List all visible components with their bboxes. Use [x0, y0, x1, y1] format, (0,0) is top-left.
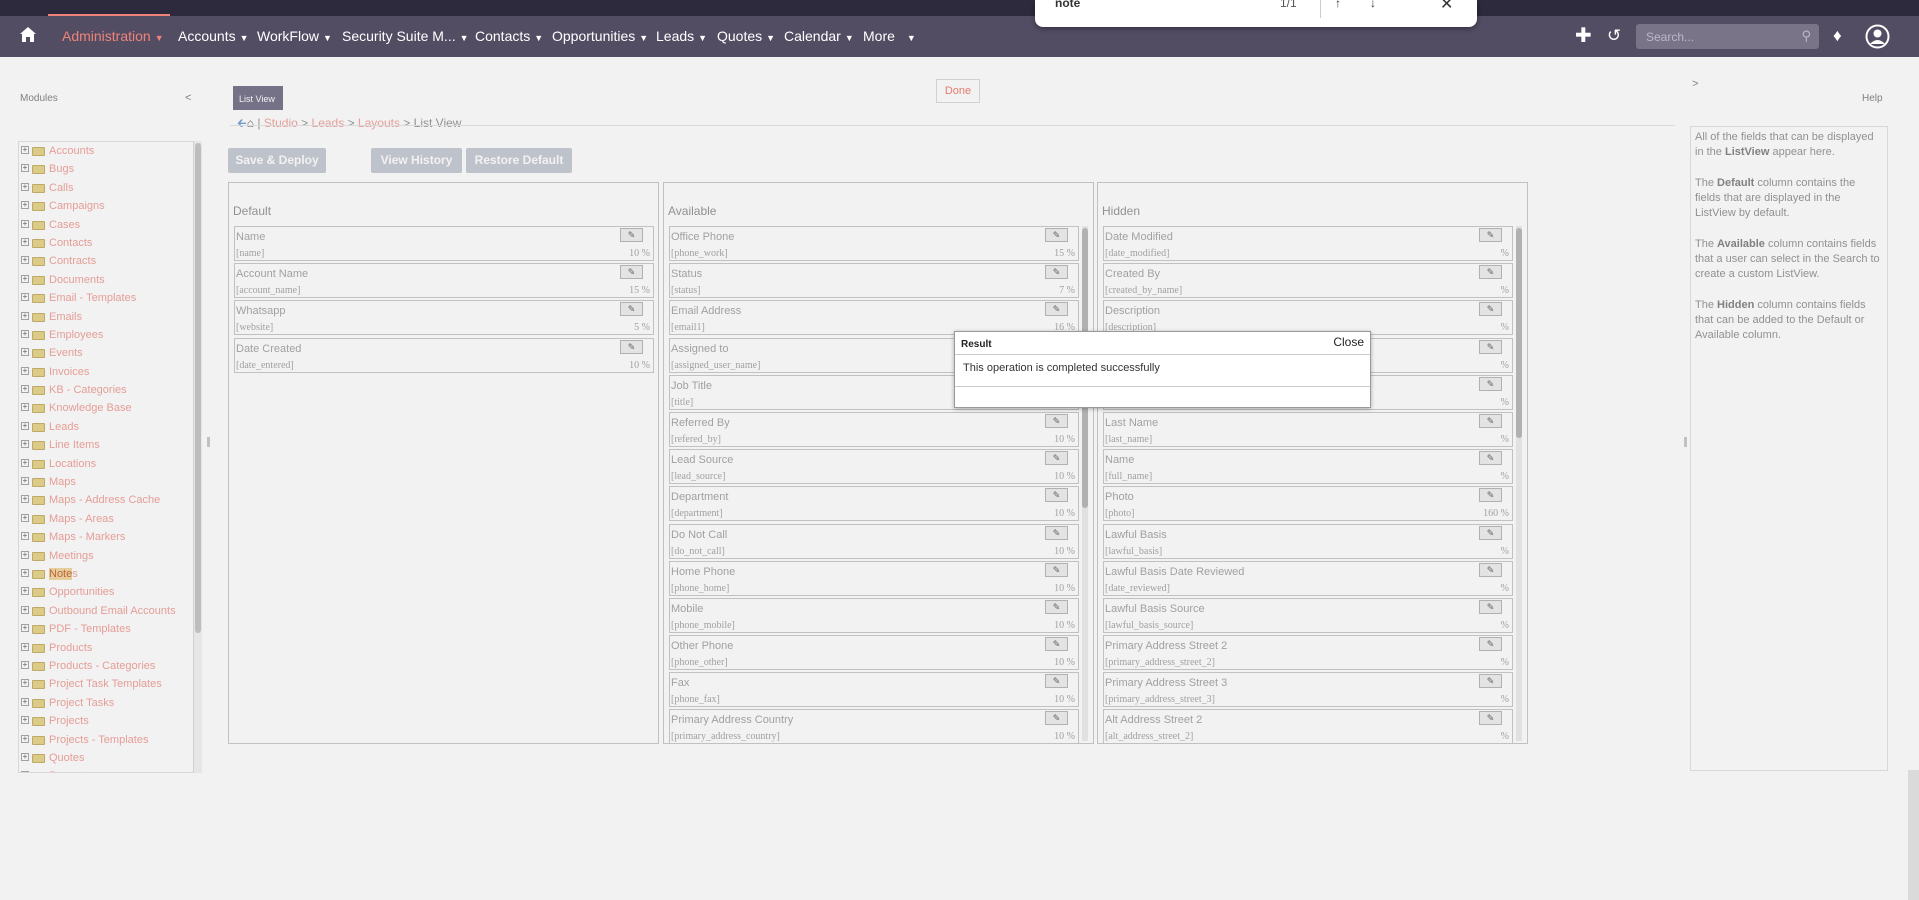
modal-overlay: [0, 57, 1919, 900]
result-dialog: Result Close This operation is completed…: [954, 331, 1371, 408]
notifications-bell-icon[interactable]: ♦: [1833, 26, 1842, 46]
nav-leads[interactable]: Leads ▼: [656, 28, 707, 44]
dialog-footer: [955, 386, 1370, 406]
nav-workflow[interactable]: WorkFlow ▼: [257, 28, 332, 44]
nav-administration[interactable]: Administration ▼: [62, 28, 164, 44]
find-count: 1/1: [1280, 0, 1297, 10]
nav-opportunities[interactable]: Opportunities ▼: [552, 28, 648, 44]
top-navigation: Administration ▼ Accounts ▼ WorkFlow ▼ Secu…: [0, 16, 1919, 57]
nav-security-suite[interactable]: Security Suite M... ▼: [342, 28, 469, 44]
dialog-close-button[interactable]: Close: [1333, 335, 1364, 349]
nav-contacts[interactable]: Contacts ▼: [475, 28, 543, 44]
find-close-icon[interactable]: ✕: [1440, 0, 1453, 14]
nav-quotes[interactable]: Quotes ▼: [717, 28, 775, 44]
nav-accounts[interactable]: Accounts ▼: [178, 28, 249, 44]
create-plus-icon[interactable]: ✚: [1575, 23, 1592, 48]
find-up-icon[interactable]: ↑: [1335, 0, 1341, 10]
find-separator: [1320, 0, 1321, 18]
dialog-title: Result: [961, 339, 992, 350]
find-query[interactable]: note: [1055, 0, 1080, 10]
search-icon[interactable]: ⚲: [1801, 28, 1811, 44]
history-icon[interactable]: ↺: [1607, 26, 1621, 46]
find-bar: note 1/1 ↑ ↓ ✕: [1035, 0, 1477, 27]
user-profile-icon[interactable]: [1865, 24, 1890, 49]
dialog-message: This operation is completed successfully: [963, 362, 1160, 374]
global-search-input[interactable]: Search... ⚲: [1636, 24, 1819, 49]
home-icon[interactable]: [18, 25, 38, 45]
find-down-icon[interactable]: ↓: [1370, 0, 1376, 10]
nav-calendar[interactable]: Calendar ▼: [784, 28, 854, 44]
dialog-header: Result Close: [955, 332, 1370, 355]
nav-more[interactable]: More ▼: [863, 28, 916, 44]
browser-top-strip: [0, 0, 1919, 17]
